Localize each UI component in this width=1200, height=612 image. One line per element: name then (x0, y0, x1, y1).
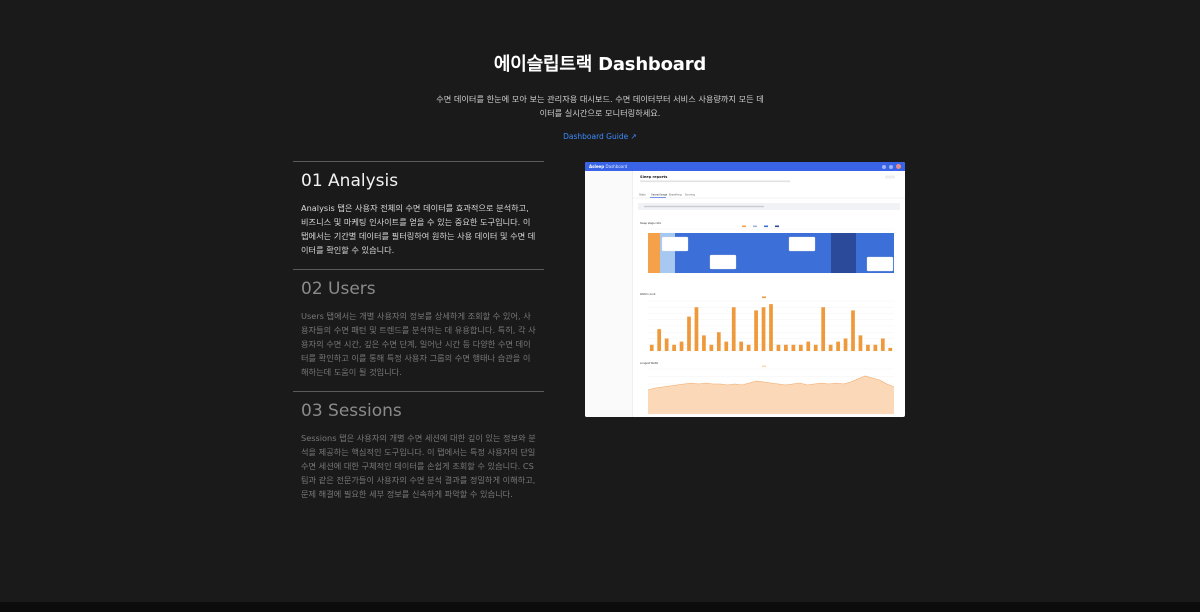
waso-count-chart (648, 296, 894, 352)
preview-tabs: Stats Users/Usage Breathing Snoring (632, 193, 905, 199)
legend-swatch (753, 225, 757, 228)
waso-bar (828, 344, 833, 351)
preview-filter-button (885, 175, 895, 179)
waso-bar (672, 344, 676, 351)
section-analysis[interactable]: 01 Analysis Analysis 탭은 사용자 전체의 수면 데이터를 … (293, 161, 544, 269)
legend-swatch (742, 225, 746, 228)
waso-bar (836, 341, 840, 351)
waso-bar (731, 307, 736, 351)
waso-bar (694, 307, 699, 351)
stage-tooltip (661, 236, 689, 252)
feature-sections: 01 Analysis Analysis 탭은 사용자 전체의 수면 데이터를 … (293, 161, 544, 513)
legend-swatch (762, 365, 766, 368)
waso-bar (821, 307, 826, 351)
waso-bar (754, 310, 758, 351)
waso-bar (888, 347, 893, 351)
section-users[interactable]: 02 Users Users 탭에서는 개별 사용자의 정보를 상세하게 조회할… (293, 269, 544, 391)
waso-bar (806, 341, 811, 351)
waso-bar (679, 341, 684, 351)
preview-tab: Breathing (669, 193, 682, 197)
longest-waso-area (648, 376, 894, 414)
sleep-stage-chart (648, 225, 894, 274)
preview-chart-title-sleep-stage: Sleep stage ratio (640, 221, 662, 225)
section-title: 01 Analysis (301, 171, 399, 191)
waso-bar (813, 344, 818, 351)
page-title: 에이슬립트랙 Dashboard (493, 54, 707, 75)
waso-bar (649, 344, 654, 351)
section-title: 03 Sessions (301, 401, 402, 421)
waso-bar (709, 344, 714, 351)
waso-bar (776, 344, 781, 351)
legend-swatch (762, 296, 766, 299)
dashboard-guide-link[interactable]: Dashboard Guide ↗ (563, 132, 637, 141)
bell-icon (882, 164, 886, 169)
stage-tooltip (709, 254, 737, 270)
waso-bar (784, 344, 788, 351)
preview-chart-title-longest-waso: Longest WASO (640, 361, 658, 365)
waso-bar (769, 304, 773, 351)
hero: 에이슬립트랙 Dashboard 수면 데이터를 한눈에 모아 보는 관리자용 … (0, 50, 1200, 143)
waso-bar (843, 338, 848, 351)
longest-waso-chart (647, 365, 895, 415)
legend-swatch (764, 225, 768, 228)
waso-bar (664, 338, 669, 351)
preview-active-tab-indicator (650, 197, 666, 198)
preview-subtitle-line (640, 180, 790, 183)
preview-topbar: Asleep Dashboard (585, 162, 905, 171)
preview-tab: Snoring (685, 193, 695, 197)
waso-bar (746, 344, 751, 351)
section-body: Analysis 탭은 사용자 전체의 수면 데이터를 효과적으로 분석하고, … (301, 203, 536, 255)
stage-tooltip (788, 236, 816, 252)
preview-page-title: Sleep reports (640, 175, 667, 179)
section-sessions[interactable]: 03 Sessions Sessions 탭은 사용자의 개별 수면 세션에 대… (293, 391, 544, 513)
preview-tab: Stats (639, 193, 646, 197)
waso-bar (851, 310, 855, 351)
waso-bar (702, 335, 706, 351)
waso-bar (880, 338, 885, 351)
waso-bar (858, 335, 863, 351)
waso-bar (866, 344, 870, 351)
page-description: 수면 데이터를 한눈에 모아 보는 관리자용 대시보드. 수면 데이터부터 서비… (436, 94, 764, 118)
section-body: Users 탭에서는 개별 사용자의 정보를 상세하게 조회할 수 있어, 사용… (301, 311, 536, 377)
stage-tooltip (866, 256, 894, 272)
preview-sidebar (585, 171, 633, 417)
waso-bar (791, 344, 796, 351)
waso-bar (687, 316, 691, 351)
waso-bar (716, 332, 721, 351)
avatar (896, 164, 901, 169)
waso-bar (798, 344, 803, 351)
preview-content: Sleep reports Stats Users/Usage Breathin… (632, 171, 905, 417)
preview-notice-text (644, 205, 764, 208)
stage-segment (831, 233, 856, 273)
preview-chart-title-waso-count: WASO count (640, 292, 655, 296)
waso-bar (739, 341, 744, 351)
waso-bar (657, 329, 662, 351)
section-title: 02 Users (301, 279, 376, 299)
preview-tab: Users/Usage (651, 193, 668, 197)
legend-swatch (775, 225, 779, 228)
bottom-strip (0, 602, 1200, 612)
section-body: Sessions 탭은 사용자의 개별 수면 세션에 대한 깊이 있는 정보와 … (301, 433, 536, 499)
settings-icon (889, 164, 893, 169)
preview-logo: Asleep Dashboard (589, 164, 628, 169)
dashboard-preview-screenshot: Asleep Dashboard Sleep reports Stats Use… (585, 162, 905, 417)
stage-segment (648, 233, 660, 273)
preview-canvas: Sleep reports Stats Users/Usage Breathin… (632, 175, 905, 415)
waso-bar (761, 307, 766, 351)
waso-bar (873, 344, 878, 351)
waso-bar (724, 341, 729, 351)
